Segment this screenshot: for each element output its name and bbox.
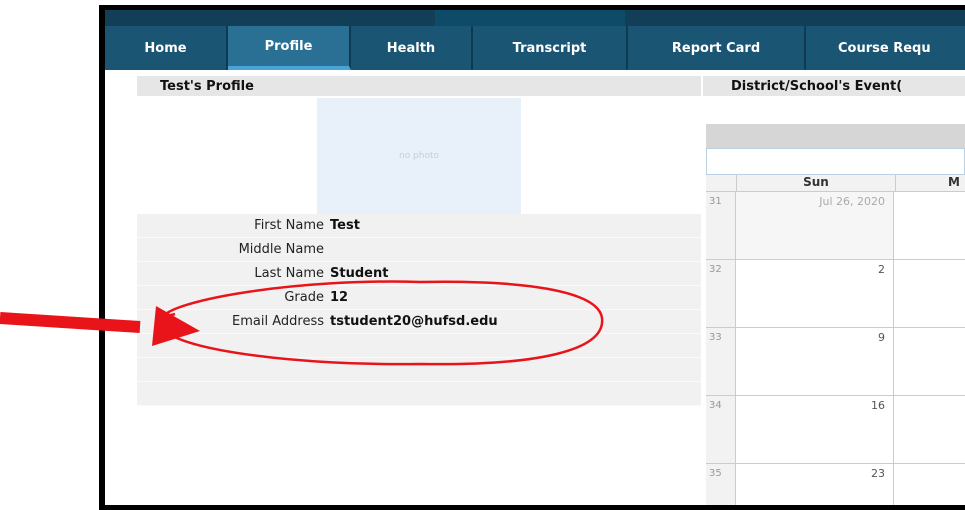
- main-nav: Home Profile Health Transcript Report Ca…: [105, 26, 965, 70]
- profile-title: Test's Profile: [137, 76, 701, 96]
- calendar-day-cell[interactable]: [894, 260, 965, 327]
- field-row-middle-name: Middle Name: [137, 238, 701, 262]
- weekday-sun: Sun: [737, 175, 896, 191]
- tab-transcript[interactable]: Transcript: [473, 26, 628, 70]
- field-label: Last Name: [254, 266, 324, 281]
- field-row-first-name: First Name Test: [137, 214, 701, 238]
- field-row-grade: Grade 12: [137, 286, 701, 310]
- header-band: [105, 10, 965, 26]
- week-number: 33: [706, 328, 736, 395]
- header-band-segment: [625, 10, 965, 26]
- calendar-day-cell[interactable]: Jul 26, 2020: [736, 192, 894, 259]
- calendar-toolbar: [706, 124, 965, 148]
- photo-placeholder-text: no photo: [398, 151, 440, 161]
- calendar-week-row: 31 Jul 26, 2020: [706, 192, 965, 260]
- week-number: 35: [706, 464, 736, 505]
- app-window: Home Profile Health Transcript Report Ca…: [105, 10, 965, 505]
- calendar-day-cell[interactable]: [894, 192, 965, 259]
- calendar-grid: Sun M 31 Jul 26, 2020 32 2 33 9 34 16 35…: [706, 175, 965, 505]
- calendar-day-cell[interactable]: 23: [736, 464, 894, 505]
- week-number-header: [706, 175, 737, 191]
- field-label: First Name: [254, 218, 324, 233]
- events-title: District/School's Event(: [703, 76, 965, 96]
- events-panel: District/School's Event( Sun M 31 Jul 26…: [703, 76, 965, 505]
- calendar-day-cell[interactable]: [894, 396, 965, 463]
- calendar-day-cell[interactable]: 9: [736, 328, 894, 395]
- header-band-segment: [105, 10, 435, 26]
- tab-report-card[interactable]: Report Card: [628, 26, 806, 70]
- calendar-weekday-header: Sun M: [706, 175, 965, 192]
- week-number: 34: [706, 396, 736, 463]
- week-number: 32: [706, 260, 736, 327]
- calendar-week-row: 33 9: [706, 328, 965, 396]
- field-row-empty: [137, 334, 701, 358]
- tab-profile[interactable]: Profile: [228, 26, 351, 70]
- field-value: 12: [330, 290, 349, 305]
- field-row-empty: [137, 382, 701, 406]
- calendar-day-cell[interactable]: 16: [736, 396, 894, 463]
- field-label: Email Address: [232, 314, 324, 329]
- field-row-email: Email Address tstudent20@hufsd.edu: [137, 310, 701, 334]
- week-number: 31: [706, 192, 736, 259]
- calendar-day-cell[interactable]: [894, 328, 965, 395]
- calendar-week-row: 35 23: [706, 464, 965, 505]
- field-row-last-name: Last Name Student: [137, 262, 701, 286]
- calendar-day-cell[interactable]: 2: [736, 260, 894, 327]
- profile-fields: First Name Test Middle Name Last Name St…: [137, 214, 701, 406]
- tab-health[interactable]: Health: [351, 26, 473, 70]
- calendar-header-strip: [706, 148, 965, 175]
- calendar-day-cell[interactable]: [894, 464, 965, 505]
- tab-home[interactable]: Home: [105, 26, 228, 70]
- screenshot-frame-bottom: [99, 505, 965, 510]
- field-value: Test: [330, 218, 360, 233]
- weekday-mon: M: [948, 175, 960, 189]
- tab-course-requests[interactable]: Course Requ: [806, 26, 965, 70]
- calendar-week-row: 32 2: [706, 260, 965, 328]
- field-label: Grade: [284, 290, 324, 305]
- field-value: tstudent20@hufsd.edu: [330, 314, 498, 329]
- field-label: Middle Name: [238, 242, 324, 257]
- field-row-empty: [137, 358, 701, 382]
- field-value: Student: [330, 266, 389, 281]
- profile-photo: no photo: [317, 98, 521, 214]
- profile-panel: Test's Profile no photo First Name Test …: [137, 76, 701, 406]
- calendar-week-row: 34 16: [706, 396, 965, 464]
